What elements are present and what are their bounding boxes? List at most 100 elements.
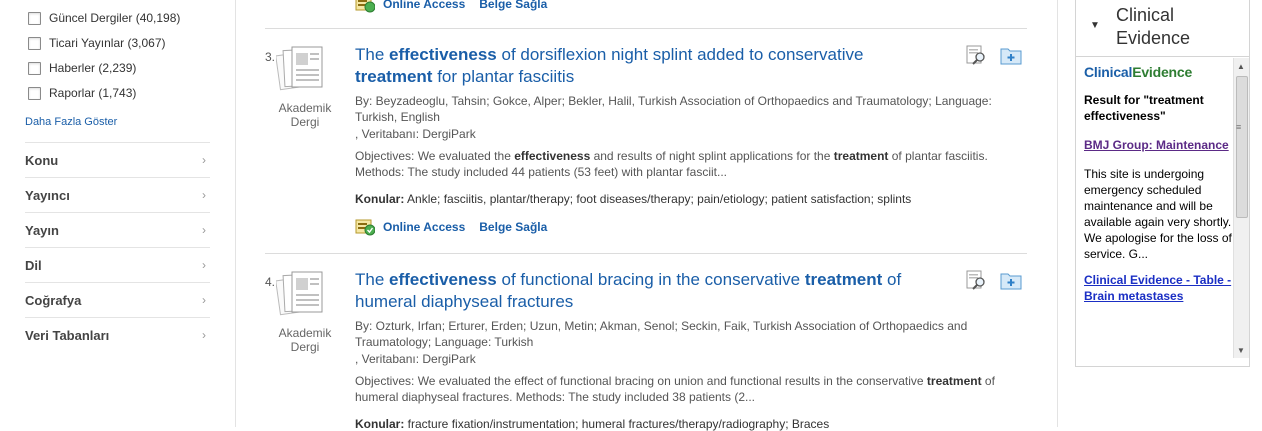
abstract-highlight: effectiveness [514,149,591,163]
facet-label: Veri Tabanları [25,327,110,343]
checkbox[interactable] [28,36,41,50]
subjects-label: Konular: [355,417,405,431]
abstract-text: Objectives: We evaluated the effect of f… [355,374,927,388]
result-authors: By: Ozturk, Irfan; Erturer, Erden; Uzun,… [355,319,968,349]
publication-type-line: Dergi [290,115,320,129]
title-text: The [355,45,390,64]
widget-result-heading: Result for "treatment effectiveness" [1084,93,1204,123]
chevron-right-icon: › [202,188,206,202]
result-subjects: Konular: fracture fixation/instrumentati… [355,417,1020,431]
result-abstract: Objectives: We evaluated the effectivene… [355,148,1020,180]
facet-publisher[interactable]: Yayıncı › [25,177,210,212]
scroll-down-icon[interactable]: ▼ [1237,346,1245,355]
chevron-right-icon: › [202,258,206,272]
online-access-icon[interactable] [355,0,375,13]
result-title-link[interactable]: The effectiveness of dorsiflexion night … [355,44,915,88]
online-access-link[interactable]: Online Access [383,0,465,11]
chevron-right-icon: › [202,223,206,237]
facet-language[interactable]: Dil › [25,247,210,282]
widget-title: Clinical Evidence [1116,5,1191,48]
publication-type: Akademik Dergi [270,326,340,354]
publication-type: Akademik Dergi [270,101,340,129]
chevron-right-icon: › [202,328,206,342]
preview-icon[interactable] [966,45,988,65]
filter-label: Haberler (2,239) [49,61,137,75]
abstract-text: Objectives: We evaluated the [355,149,515,163]
publication-type-line: Akademik [278,326,332,340]
facet-databases[interactable]: Veri Tabanları › [25,317,210,352]
publication-type-line: Dergi [290,340,320,354]
online-access-icon[interactable] [355,218,375,236]
prev-result-links: Online Access Belge Sağla [355,0,547,13]
chevron-right-icon: › [202,153,206,167]
checkbox[interactable] [28,86,41,100]
document-delivery-link[interactable]: Belge Sağla [479,0,547,11]
add-to-folder-icon[interactable] [1000,270,1022,290]
preview-icon[interactable] [966,270,988,290]
title-text: of dorsiflexion night splint added to co… [496,45,864,64]
filter-news[interactable]: Haberler (2,239) [28,59,136,77]
chevron-right-icon: › [202,293,206,307]
result-separator [265,253,1027,254]
title-text: of functional bracing in the conservativ… [496,270,805,289]
filter-trade-publications[interactable]: Ticari Yayınlar (3,067) [28,34,166,52]
title-text: The [355,270,390,289]
scroll-grip-icon: ≡ [1236,122,1242,132]
logo-part: Clinical [1084,64,1133,80]
facet-geography[interactable]: Coğrafya › [25,282,210,317]
title-highlight: effectiveness [389,270,497,289]
facet-subject[interactable]: Konu › [25,142,210,177]
title-highlight: treatment [355,67,433,86]
result-number: 3. [265,50,276,64]
filter-current-journals[interactable]: Güncel Dergiler (40,198) [28,9,180,27]
checkbox[interactable] [28,61,41,75]
collapse-arrow-icon[interactable]: ▼ [1090,20,1100,31]
widget-body: ClinicalEvidence Result for "treatment e… [1084,64,1234,304]
result-database: , Veritabanı: DergiPark [355,127,476,141]
logo-part: Evidence [1132,64,1193,80]
online-access-link[interactable]: Online Access [383,220,465,234]
scroll-up-icon[interactable]: ▲ [1237,62,1245,71]
sidebar-divider [235,0,236,427]
widget-header[interactable]: ▼ Clinical Evidence [1076,0,1249,57]
abstract-text: and results of night splint applications… [590,149,834,163]
subjects-label: Konular: [355,192,405,206]
academic-journal-icon[interactable] [276,46,326,94]
add-to-folder-icon[interactable] [1000,45,1022,65]
facet-label: Yayın [25,222,59,238]
document-delivery-link[interactable]: Belge Sağla [479,220,547,234]
result-abstract: Objectives: We evaluated the effect of f… [355,373,1020,405]
filter-label: Raporlar (1,743) [49,86,137,100]
clinical-evidence-widget: ▼ Clinical Evidence ClinicalEvidence Res… [1075,0,1250,367]
facet-label: Dil [25,257,42,273]
facet-label: Konu [25,152,59,168]
widget-result-snippet: This site is undergoing emergency schedu… [1084,167,1232,261]
publication-type-line: Akademik [278,101,332,115]
result-links: Online Access Belge Sağla [355,218,547,236]
subjects-text: fracture fixation/instrumentation; humer… [404,417,830,431]
facet-label: Coğrafya [25,292,82,308]
result-title-link[interactable]: The effectiveness of functional bracing … [355,269,935,313]
academic-journal-icon[interactable] [276,271,326,319]
result-separator [265,28,1027,29]
clinical-evidence-logo: ClinicalEvidence [1084,64,1234,80]
result-subjects: Konular: Ankle; fasciitis, plantar/thera… [355,192,1020,206]
widget-scrollbar[interactable]: ▲ ≡ ▼ [1233,58,1249,358]
title-text: for plantar fasciitis [432,67,575,86]
widget-result-link[interactable]: BMJ Group: Maintenance [1084,137,1234,153]
facet-label: Yayıncı [25,187,70,203]
result-number: 4. [265,275,276,289]
title-highlight: treatment [804,270,883,289]
filter-label: Ticari Yayınlar (3,067) [49,36,166,50]
main-divider [1057,0,1058,427]
facet-publication[interactable]: Yayın › [25,212,210,247]
abstract-highlight: treatment [833,149,889,163]
filter-reports[interactable]: Raporlar (1,743) [28,84,136,102]
scroll-thumb[interactable] [1236,76,1248,218]
widget-result-link[interactable]: Clinical Evidence - Table - Brain metast… [1084,272,1234,304]
checkbox[interactable] [28,11,41,25]
show-more-link[interactable]: Daha Fazla Göster [25,116,117,128]
result-database: , Veritabanı: DergiPark [355,352,476,366]
filter-label: Güncel Dergiler (40,198) [49,11,181,25]
subjects-text: Ankle; fasciitis, plantar/therapy; foot … [404,192,912,206]
